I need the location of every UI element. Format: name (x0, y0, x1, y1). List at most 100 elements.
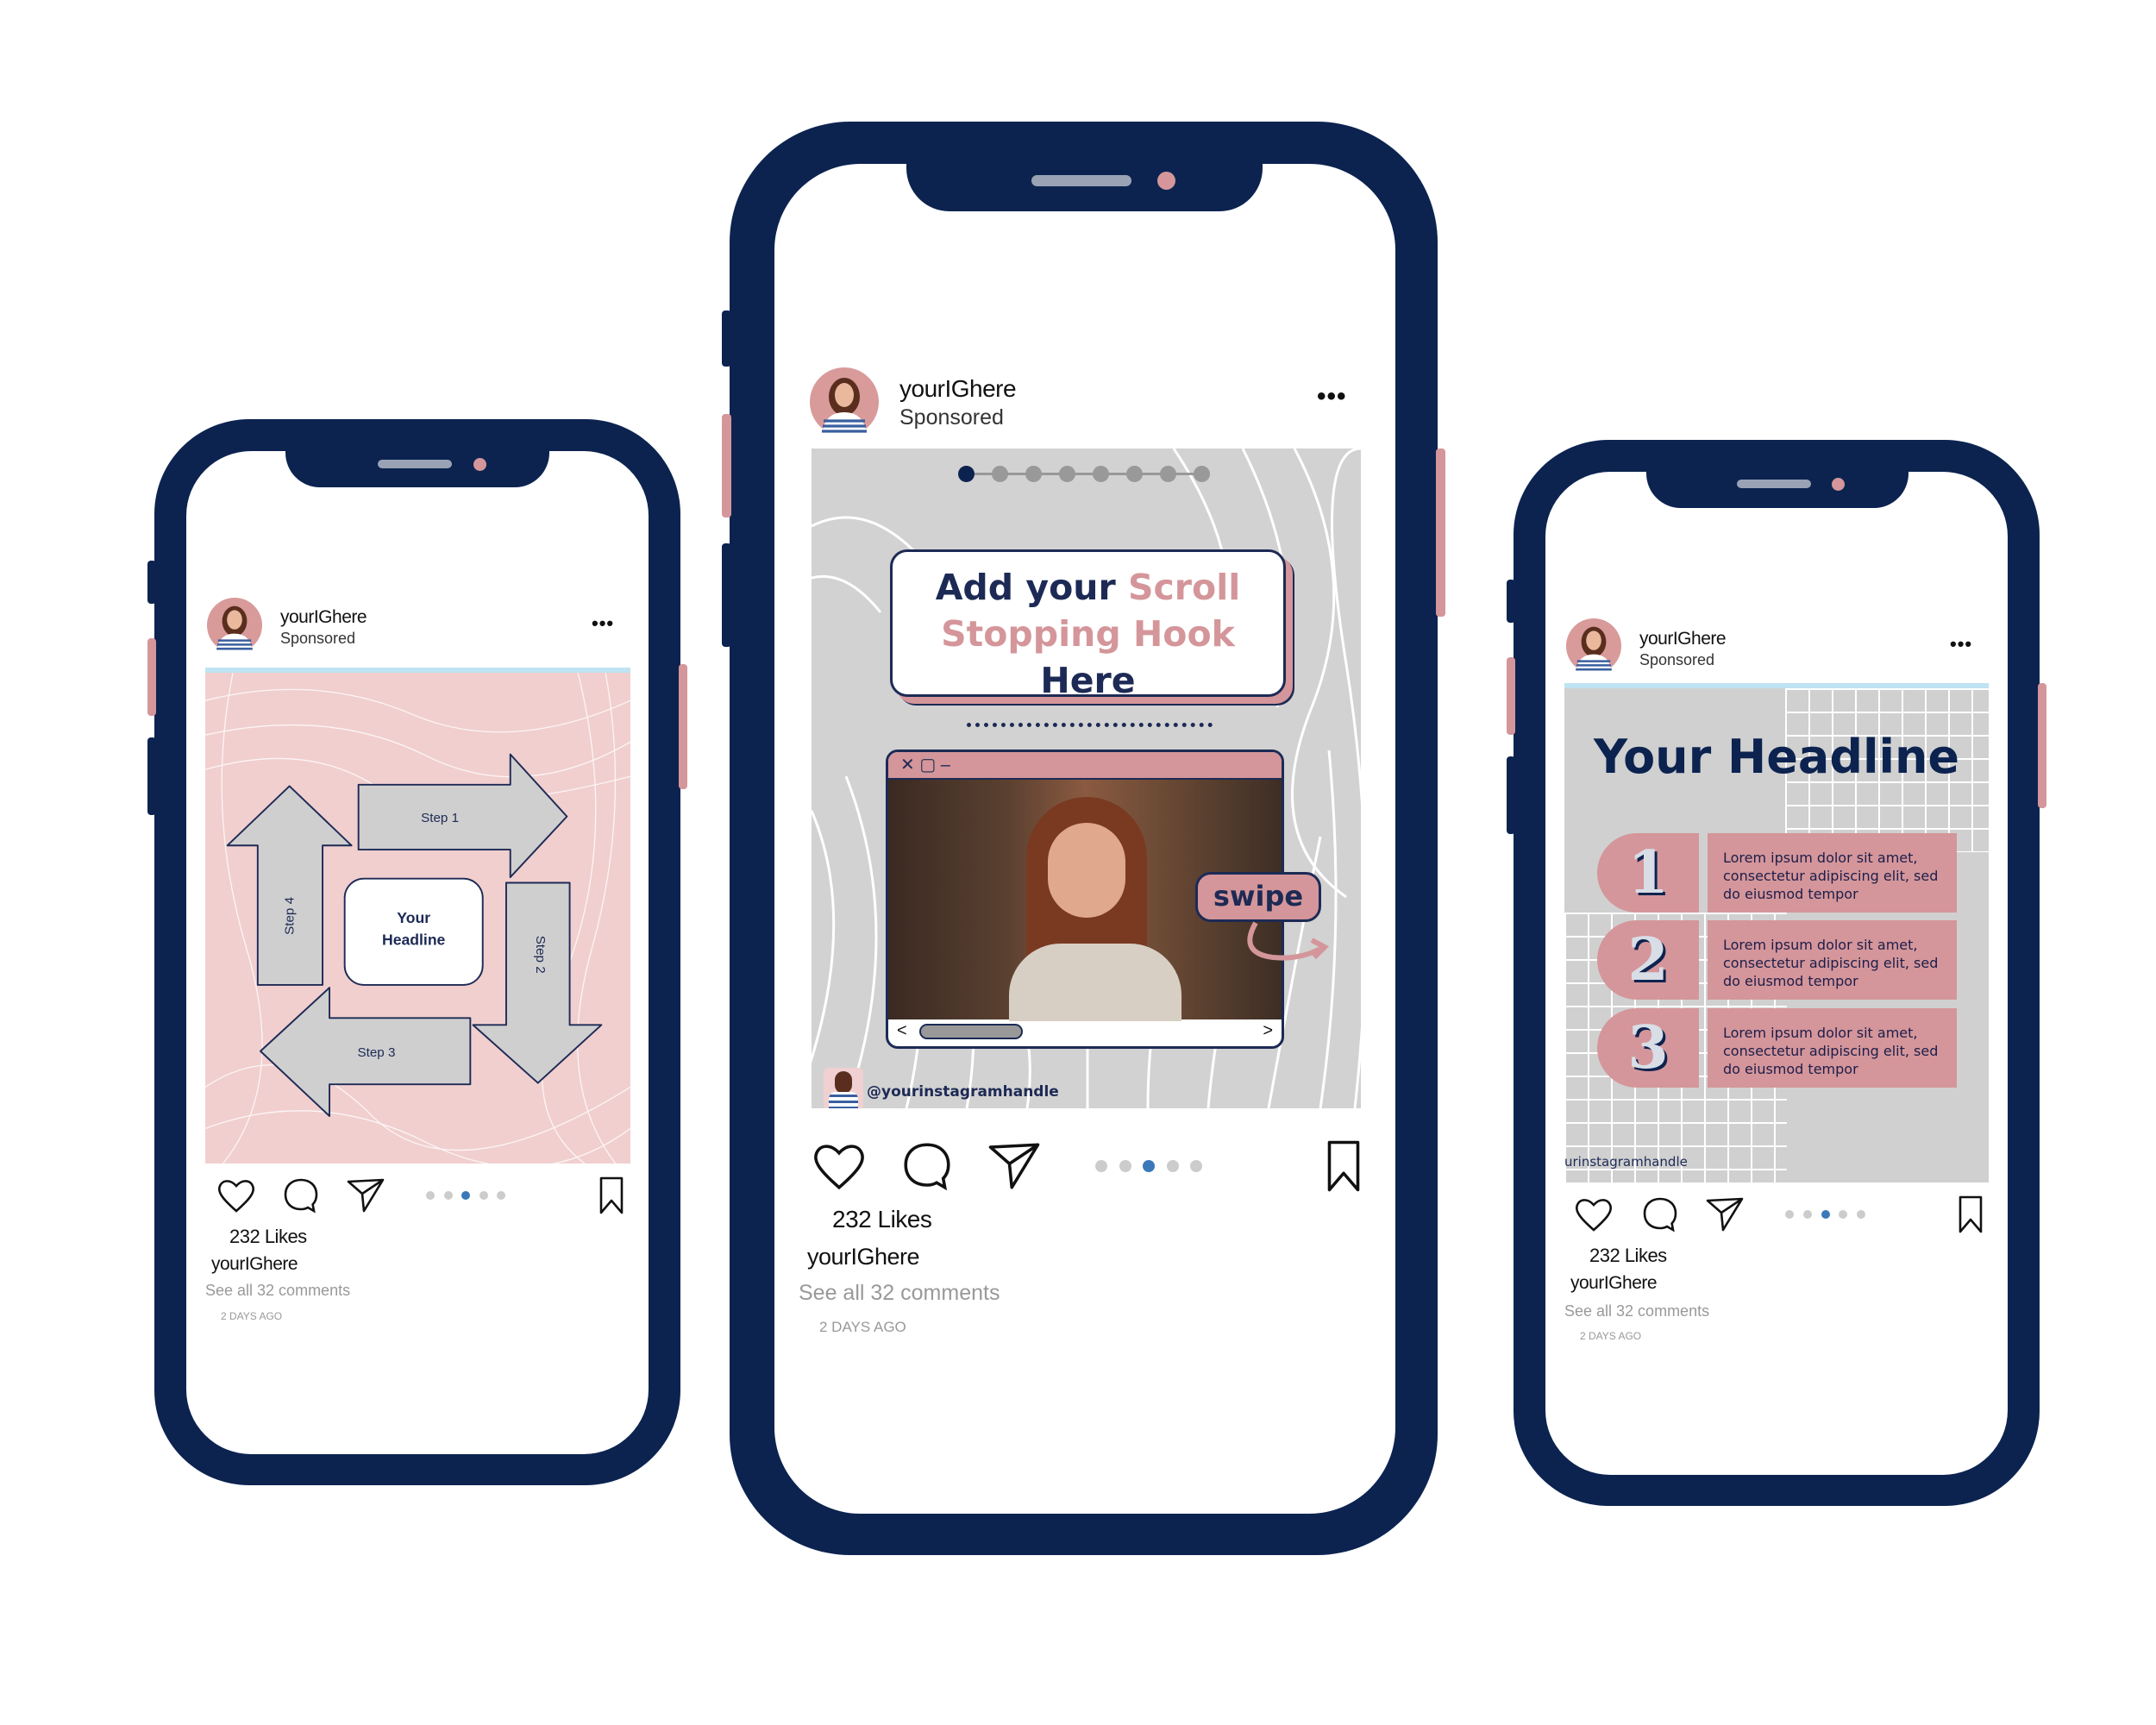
slide-dot[interactable] (958, 466, 975, 482)
handle-avatar (824, 1068, 863, 1108)
volume-button (147, 737, 156, 815)
comment-icon (284, 1178, 318, 1214)
carousel-dot[interactable] (1802, 1210, 1812, 1219)
save-button[interactable] (1950, 1194, 1991, 1235)
send-icon (347, 1178, 385, 1213)
save-button[interactable] (1315, 1138, 1372, 1195)
caption-username[interactable]: yourIGhere (807, 1244, 920, 1270)
window-controls[interactable]: ✕ ▢ – (900, 756, 950, 775)
volume-button (1507, 580, 1515, 623)
carousel-dot[interactable] (1119, 1160, 1131, 1172)
share-button[interactable] (345, 1175, 386, 1216)
comment-button[interactable] (899, 1138, 956, 1195)
slide-dot[interactable] (1126, 466, 1143, 482)
share-button[interactable] (1704, 1194, 1745, 1235)
window-titlebar: ✕ ▢ – (888, 752, 1282, 780)
see-all-comments-link[interactable]: See all 32 comments (799, 1281, 1000, 1306)
carousel-dot[interactable] (461, 1191, 470, 1200)
camera (1832, 478, 1845, 491)
more-options-icon[interactable]: ••• (592, 612, 614, 635)
slide-dot[interactable] (1059, 466, 1075, 482)
carousel-dot[interactable] (497, 1191, 505, 1200)
scroll-left-button[interactable]: < (897, 1021, 907, 1041)
volume-button (147, 561, 156, 604)
heart-icon (814, 1145, 864, 1190)
carousel-dot[interactable] (1785, 1210, 1794, 1219)
slide-dot[interactable] (992, 466, 1008, 482)
heart-icon (1576, 1199, 1612, 1232)
slide-dot[interactable] (1025, 466, 1042, 482)
carousel-dot[interactable] (1166, 1160, 1179, 1172)
comment-button[interactable] (1639, 1194, 1681, 1235)
username[interactable]: yourIGhere (1639, 629, 1727, 649)
username[interactable]: yourIGhere (280, 607, 367, 628)
post-image-center[interactable]: Add your Scroll Stopping Hook Here ✕ ▢ –… (812, 448, 1361, 1108)
carousel-dot[interactable] (1857, 1210, 1865, 1219)
see-all-comments-link[interactable]: See all 32 comments (205, 1282, 350, 1300)
avatar[interactable] (1566, 618, 1621, 674)
likes-count[interactable]: 232 Likes (832, 1206, 932, 1233)
power-button (679, 664, 687, 789)
username[interactable]: yourIGhere (899, 375, 1017, 403)
center-headline: Headline (382, 932, 446, 949)
person-body (1009, 944, 1181, 1021)
slide-dot[interactable] (1160, 466, 1176, 482)
swipe-arrow-icon (1247, 921, 1329, 961)
instagram-handle: urinstagramhandle (1564, 1154, 1688, 1170)
sponsored-label: Sponsored (1639, 651, 1715, 668)
like-button[interactable] (216, 1175, 257, 1216)
avatar[interactable] (810, 367, 879, 436)
bookmark-icon (599, 1176, 624, 1214)
slide-dot[interactable] (1194, 466, 1210, 482)
window-scrollbar[interactable]: < > (888, 1019, 1282, 1046)
more-options-icon[interactable]: ••• (1950, 633, 1972, 656)
scroll-right-button[interactable]: > (1263, 1021, 1273, 1041)
heart-icon (218, 1180, 254, 1213)
more-options-icon[interactable]: ••• (1317, 382, 1347, 411)
post-image-left[interactable]: Step 1 Step 2 Step 3 Step 4 Your Headlin… (205, 668, 630, 1164)
step-text: Lorem ipsum dolor sit amet, consectetur … (1708, 1008, 1957, 1088)
carousel-dot[interactable] (1821, 1210, 1830, 1219)
send-icon (988, 1143, 1040, 1189)
carousel-dot[interactable] (479, 1191, 488, 1200)
hook-text-accent: Stopping Hook (941, 613, 1235, 655)
volume-button (1507, 657, 1515, 735)
avatar[interactable] (207, 598, 262, 653)
speaker (1737, 480, 1811, 488)
carousel-dot[interactable] (1095, 1160, 1107, 1172)
carousel-dot[interactable] (1190, 1160, 1202, 1172)
instagram-handle: @yourinstagramhandle (867, 1083, 1059, 1101)
comment-icon (904, 1143, 950, 1191)
notch (1646, 469, 1908, 508)
carousel-dot[interactable] (426, 1191, 435, 1200)
scrollbar-thumb[interactable] (919, 1024, 1023, 1039)
like-button[interactable] (1573, 1194, 1614, 1235)
bookmark-icon (1959, 1195, 1983, 1233)
swipe-badge[interactable]: swipe (1195, 872, 1321, 922)
save-button[interactable] (591, 1175, 632, 1216)
caption-username[interactable]: yourIGhere (211, 1254, 298, 1275)
volume-button (722, 543, 731, 647)
carousel-dot[interactable] (443, 1191, 453, 1200)
likes-count[interactable]: 232 Likes (1589, 1245, 1667, 1267)
slide-dots (958, 466, 1210, 483)
likes-count[interactable]: 232 Likes (229, 1226, 307, 1248)
speaker (378, 460, 452, 468)
dotted-divider (967, 723, 1213, 727)
caption-username[interactable]: yourIGhere (1570, 1273, 1658, 1294)
carousel-dot[interactable] (1143, 1160, 1155, 1172)
post-time: 2 DAYS AGO (1580, 1330, 1642, 1342)
share-button[interactable] (986, 1138, 1043, 1195)
like-button[interactable] (811, 1138, 868, 1195)
step-text: Lorem ipsum dolor sit amet, consectetur … (1708, 833, 1957, 913)
hook-text: Here (1040, 660, 1136, 701)
comment-button[interactable] (280, 1175, 322, 1216)
step-text: Lorem ipsum dolor sit amet, consectetur … (1708, 920, 1957, 1000)
post-time: 2 DAYS AGO (819, 1319, 906, 1335)
volume-button (1507, 756, 1515, 834)
step2-arrow (472, 881, 603, 1084)
see-all-comments-link[interactable]: See all 32 comments (1564, 1302, 1709, 1320)
slide-dot[interactable] (1093, 466, 1109, 482)
post-image-right[interactable]: Your Headline 1 Lorem ipsum dolor sit ame… (1564, 683, 1989, 1182)
swipe-label: swipe (1213, 880, 1304, 913)
